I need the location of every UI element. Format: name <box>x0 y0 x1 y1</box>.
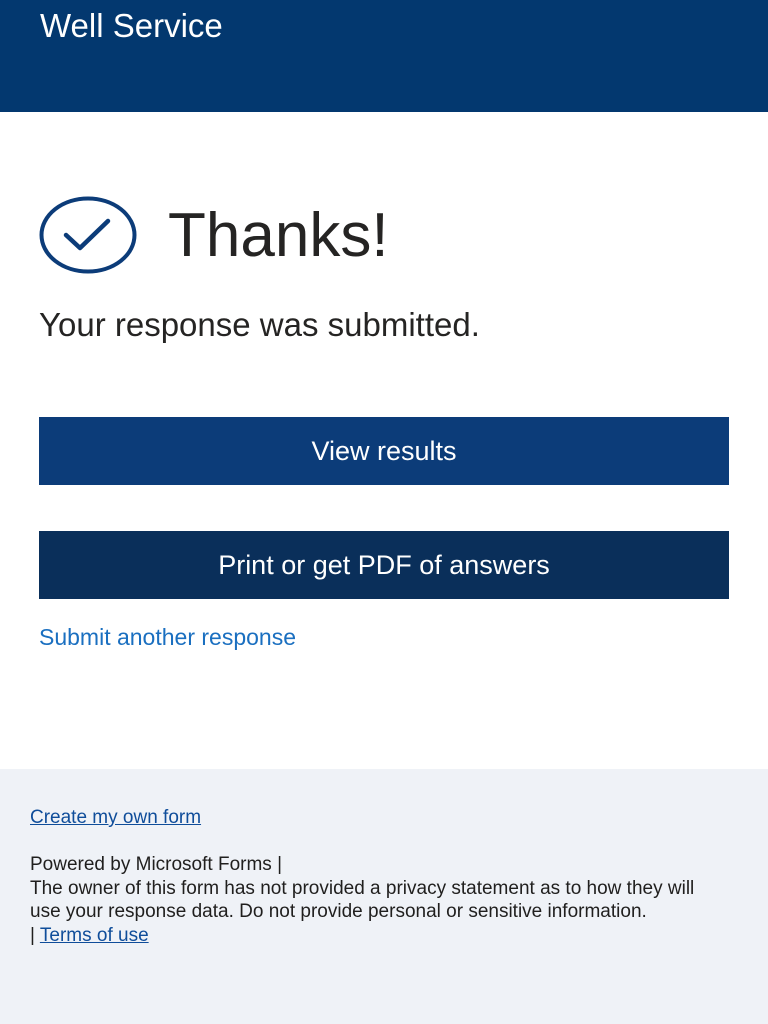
confirmation-panel: Thanks! Your response was submitted. Vie… <box>0 112 768 769</box>
submit-another-response-link[interactable]: Submit another response <box>39 622 296 652</box>
app-header: Well Service <box>0 0 768 112</box>
terms-separator: | <box>30 924 35 946</box>
terms-of-use-link[interactable]: Terms of use <box>40 925 149 946</box>
check-circle-icon <box>39 196 137 274</box>
submitted-message: Your response was submitted. <box>39 306 480 343</box>
powered-by-text: Powered by Microsoft Forms | <box>30 854 283 875</box>
footer-notice: Powered by Microsoft Forms | The owner o… <box>30 853 730 947</box>
create-my-own-form-link[interactable]: Create my own form <box>30 806 201 830</box>
privacy-notice: The owner of this form has not provided … <box>30 877 695 923</box>
terms-line: | Terms of use <box>30 924 730 948</box>
view-results-button[interactable]: View results <box>39 417 729 485</box>
page-footer: Create my own form Powered by Microsoft … <box>0 769 768 1024</box>
form-title: Well Service <box>40 7 223 44</box>
thanks-heading: Thanks! <box>168 201 389 270</box>
print-pdf-button[interactable]: Print or get PDF of answers <box>39 531 729 599</box>
